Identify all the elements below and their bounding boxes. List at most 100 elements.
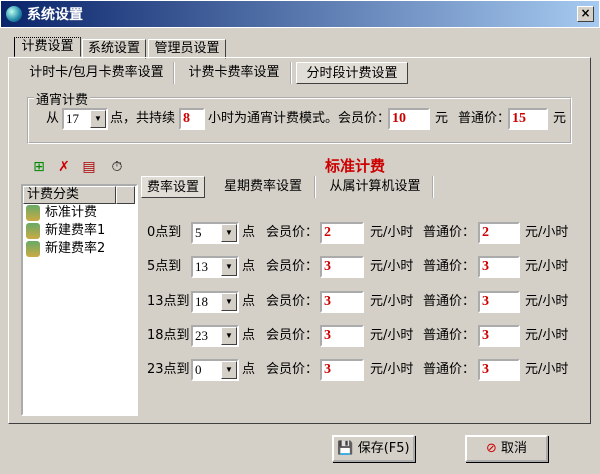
list-item[interactable]: 新建费率2 [23, 240, 136, 258]
normal-price-input[interactable]: 3 [478, 359, 520, 382]
from-label: 从 [46, 111, 60, 126]
period-start-label: 5点到 [147, 259, 182, 275]
period-start-label: 13点到 [147, 293, 190, 309]
item-label: 新建费率2 [45, 241, 106, 256]
unit-label: 元/小时 [370, 259, 414, 275]
point-label: 点 [242, 327, 256, 343]
item-label: 新建费率1 [45, 223, 106, 238]
normal-price-label: 普通价： [423, 327, 476, 343]
title-bar: 系统设置 [0, 0, 600, 28]
plan-title: 标准计费 [325, 157, 386, 175]
normal-price-input[interactable]: 3 [478, 324, 520, 347]
unit-label: 元/小时 [370, 293, 414, 309]
column-header-blank [116, 186, 135, 204]
dropdown-arrow-icon[interactable]: ▼ [221, 258, 237, 277]
unit-label: 元/小时 [525, 225, 569, 240]
normal-price-input[interactable]: 2 [478, 222, 520, 244]
member-price-label: 会员价： [266, 225, 319, 240]
subtab-billing-card-rate[interactable]: 计费卡费率设置 [178, 62, 292, 84]
period-end-select[interactable]: 13 ▼ [191, 256, 239, 279]
member-price-input[interactable]: 3 [320, 324, 364, 347]
timer-icon[interactable]: ⏱ [108, 158, 126, 176]
overnight-member-price-input[interactable]: 10 [388, 108, 430, 130]
point-label: 点 [242, 225, 256, 240]
category-list[interactable]: 计费分类 标准计费 新建费率1 新建费率2 [21, 184, 138, 416]
overnight-normal-price-input[interactable]: 15 [508, 108, 548, 130]
save-label: 保存(F5) [357, 441, 410, 456]
tab-system-settings[interactable]: 系统设置 [82, 39, 146, 59]
dropdown-arrow-icon[interactable]: ▼ [221, 224, 237, 242]
rate-icon [26, 223, 40, 239]
normal-price-label: 普通价： [423, 259, 476, 275]
close-button[interactable]: × [577, 6, 594, 22]
point-label: 点 [242, 259, 256, 275]
period-start-label: 18点到 [147, 327, 190, 343]
period-end-value: 23 [195, 327, 208, 343]
cancel-icon: ⊘ [485, 441, 497, 456]
unit-label: 元/小时 [525, 327, 569, 343]
period-end-value: 5 [195, 225, 202, 240]
member-price-label: 会员价： [266, 259, 319, 275]
point-label: 点 [242, 362, 256, 378]
yuan-label: 元 [553, 111, 567, 126]
period-start-label: 0点到 [147, 225, 182, 240]
unit-label: 元/小时 [525, 259, 569, 275]
member-price-input[interactable]: 3 [320, 290, 364, 313]
overnight-duration-input[interactable]: 8 [179, 108, 205, 130]
list-item[interactable]: 新建费率1 [23, 222, 136, 240]
member-price-input[interactable]: 3 [320, 256, 364, 279]
period-start-label: 23点到 [147, 362, 190, 378]
unit-label: 元/小时 [370, 225, 414, 240]
member-price-input[interactable]: 2 [320, 222, 364, 244]
unit-label: 元/小时 [525, 293, 569, 309]
duration-label: 点，共持续 [110, 111, 176, 126]
period-end-select[interactable]: 18 ▼ [191, 290, 239, 313]
cancel-button[interactable]: ⊘ 取消 [465, 435, 548, 462]
tab-billing-settings[interactable]: 计费设置 [14, 37, 81, 57]
dropdown-arrow-icon[interactable]: ▼ [221, 292, 237, 311]
overnight-start-select[interactable]: 17 ▼ [62, 108, 108, 130]
tab-admin-settings[interactable]: 管理员设置 [148, 39, 226, 59]
subtab-time-card-rate[interactable]: 计时卡/包月卡费率设置 [20, 62, 175, 84]
overnight-legend: 通宵计费 [34, 89, 91, 108]
normal-price-label: 普通价： [423, 293, 476, 309]
normal-price-label: 普通价： [423, 362, 476, 378]
tab-rate-settings[interactable]: 费率设置 [141, 176, 205, 198]
period-end-value: 13 [195, 259, 208, 275]
point-label: 点 [242, 293, 256, 309]
item-label: 标准计费 [45, 205, 98, 220]
period-end-value: 0 [195, 362, 202, 378]
save-copy-icon[interactable]: ▤ [80, 158, 98, 176]
floppy-icon: 💾 [337, 441, 354, 456]
rate-icon [26, 205, 40, 221]
app-icon [6, 6, 22, 22]
unit-label: 元/小时 [370, 362, 414, 378]
window-title: 系统设置 [27, 7, 83, 23]
delete-rate-icon[interactable]: ✗ [55, 158, 73, 176]
dropdown-arrow-icon[interactable]: ▼ [221, 361, 237, 380]
member-price-input[interactable]: 3 [320, 359, 364, 382]
normal-price-input[interactable]: 3 [478, 290, 520, 313]
mode-label: 小时为通宵计费模式。会员价： [208, 111, 391, 126]
member-price-label: 会员价： [266, 362, 319, 378]
unit-label: 元/小时 [370, 327, 414, 343]
category-header[interactable]: 计费分类 [23, 186, 116, 204]
tab-subordinate-computers[interactable]: 从属计算机设置 [318, 176, 434, 198]
cancel-label: 取消 [501, 441, 528, 456]
dropdown-arrow-icon[interactable]: ▼ [221, 326, 237, 345]
dropdown-arrow-icon[interactable]: ▼ [90, 110, 106, 128]
save-button[interactable]: 💾 保存(F5) [332, 435, 415, 462]
period-end-select[interactable]: 23 ▼ [191, 324, 239, 347]
add-rate-icon[interactable]: ⊞ [30, 158, 48, 176]
period-end-select[interactable]: 5 ▼ [191, 222, 239, 244]
normal-price-label: 普通价： [458, 111, 511, 126]
subtab-time-period-billing[interactable]: 分时段计费设置 [296, 62, 408, 84]
period-end-select[interactable]: 0 ▼ [191, 359, 239, 382]
member-price-label: 会员价： [266, 327, 319, 343]
yuan-label: 元 [435, 111, 449, 126]
tab-weekly-rate[interactable]: 星期费率设置 [212, 176, 316, 198]
list-item[interactable]: 标准计费 [23, 204, 136, 222]
normal-price-label: 普通价： [423, 225, 476, 240]
period-end-value: 18 [195, 293, 208, 309]
normal-price-input[interactable]: 3 [478, 256, 520, 279]
